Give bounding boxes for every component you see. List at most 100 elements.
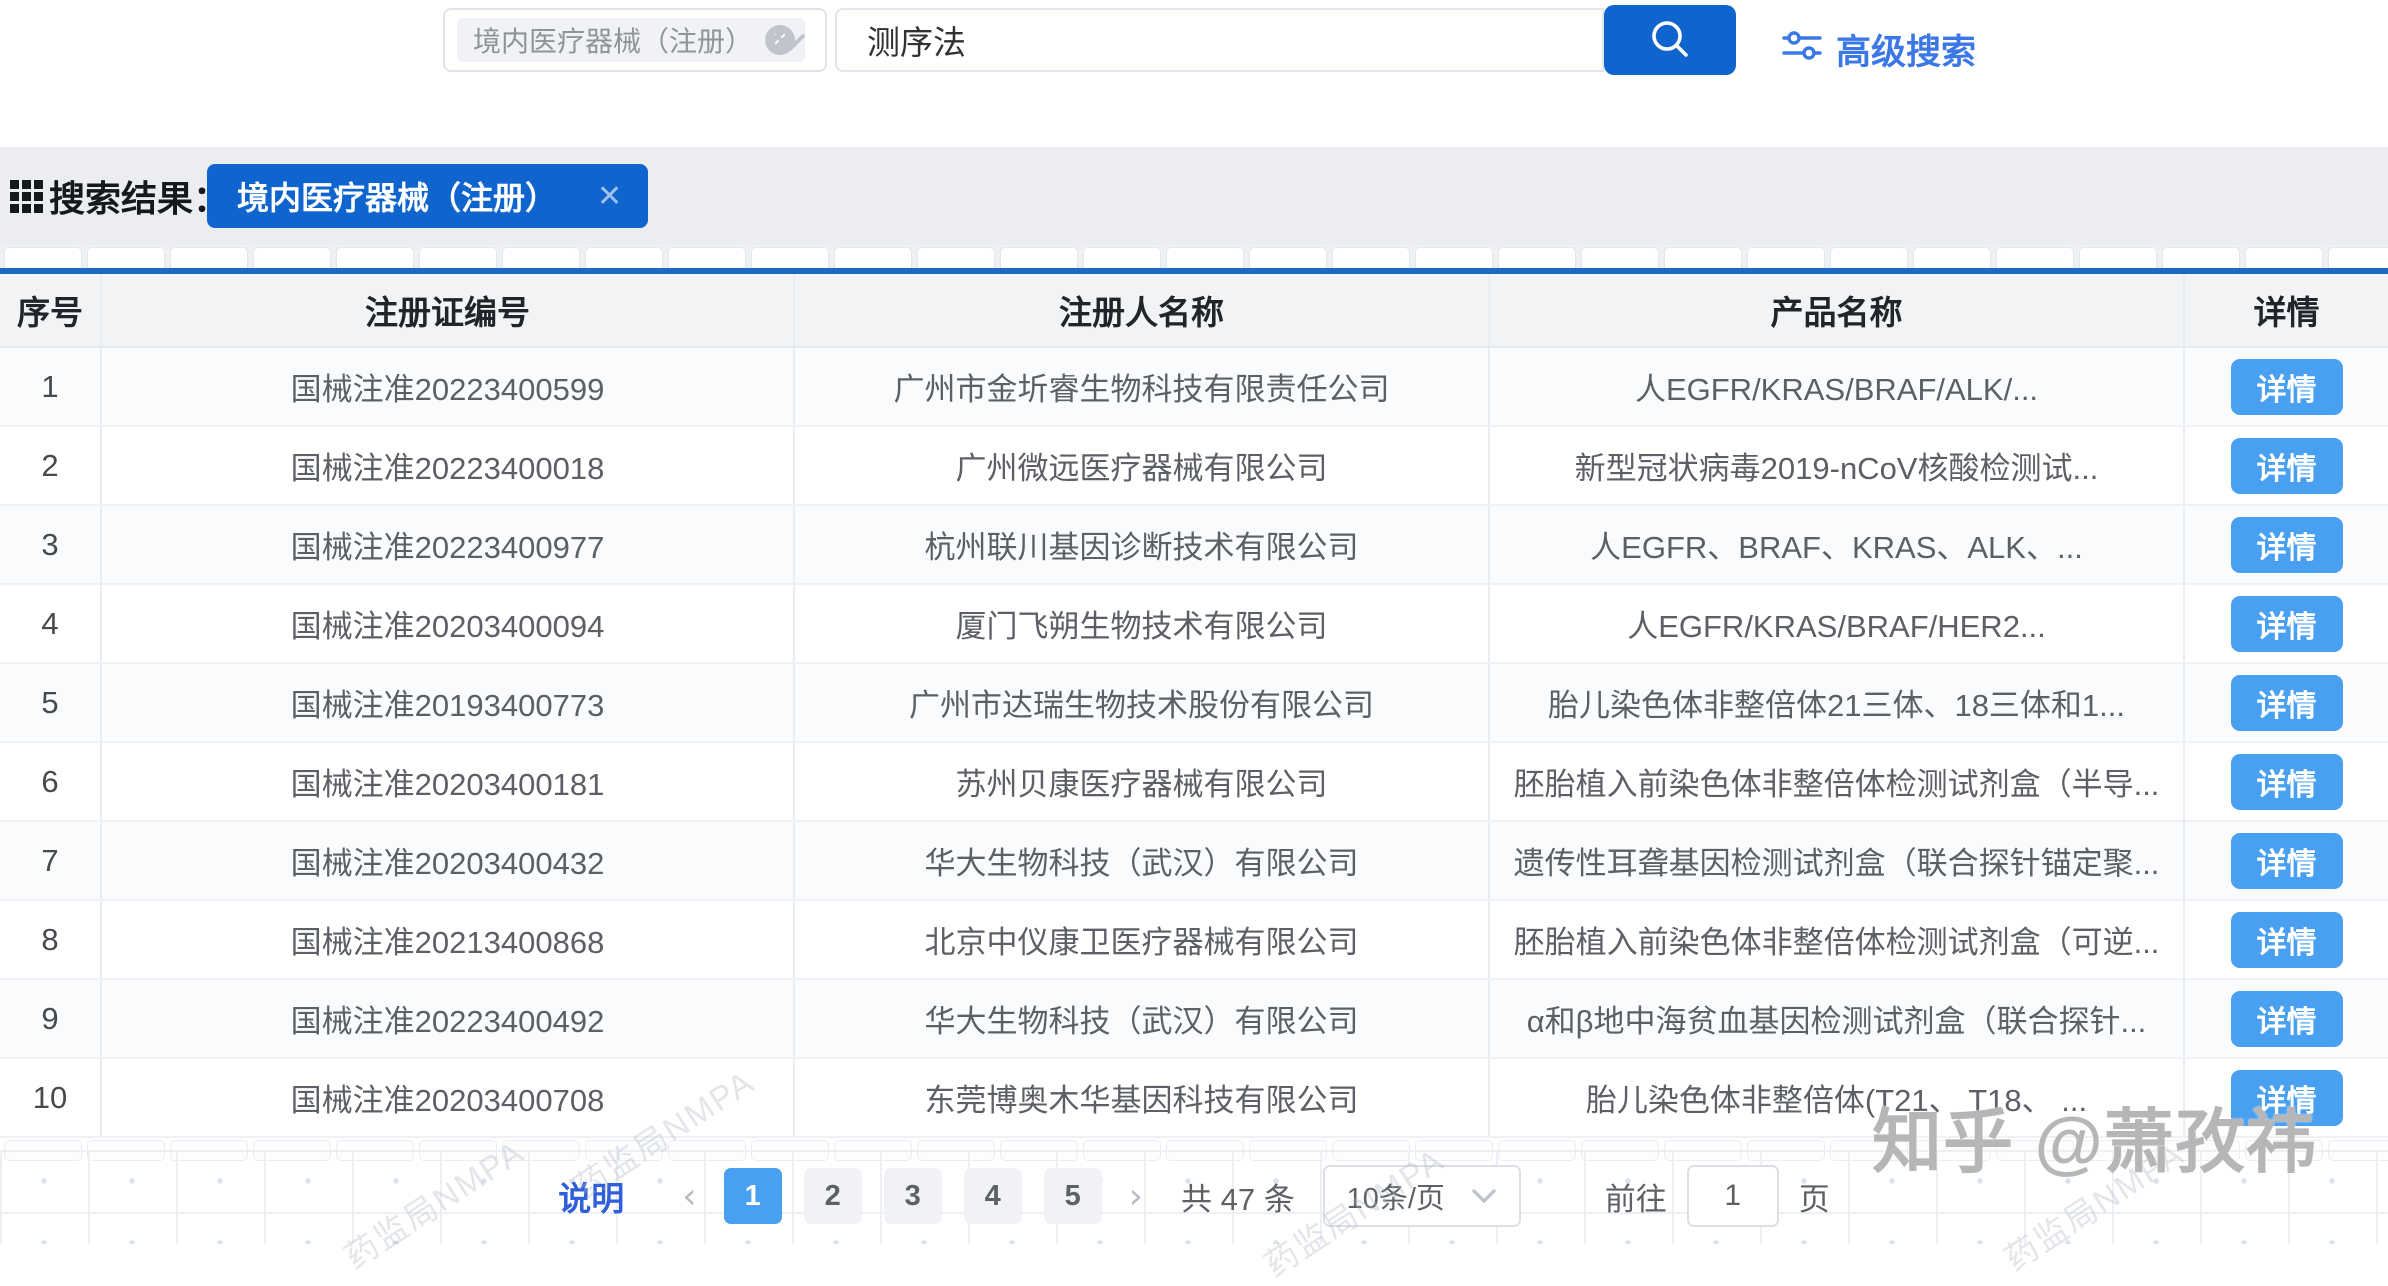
registrant-name-cell: 厦门飞朔生物技术有限公司 xyxy=(795,585,1490,662)
page-button-4[interactable]: 4 xyxy=(963,1168,1022,1224)
detail-button[interactable]: 详情 xyxy=(2230,595,2343,652)
strip-cell xyxy=(253,247,331,268)
total-count-text: 共 47 条 xyxy=(1181,1181,1295,1217)
product-name-cell: 胚胎植入前染色体非整倍体检测试剂盒（半导... xyxy=(1490,743,2185,820)
page-button-3[interactable]: 3 xyxy=(883,1168,942,1224)
chevron-down-icon[interactable] xyxy=(773,32,807,59)
details-cell: 详情 xyxy=(2185,901,2388,978)
row-index-cell: 7 xyxy=(0,822,102,899)
results-table: 序号 注册证编号 注册人名称 产品名称 详情 1 国械注准20223400599 广… xyxy=(0,274,2388,1138)
details-cell: 详情 xyxy=(2185,427,2388,504)
registration-number-cell: 国械注准20203400432 xyxy=(102,822,795,899)
product-name-cell: 胚胎植入前染色体非整倍体检测试剂盒（可逆... xyxy=(1490,901,2185,978)
strip-cell xyxy=(2162,247,2240,268)
row-index-cell: 2 xyxy=(0,427,102,504)
column-header-registration-number: 注册证编号 xyxy=(102,274,795,346)
registration-number-cell: 国械注准20193400773 xyxy=(102,664,795,741)
next-page-icon[interactable]: › xyxy=(1113,1176,1159,1217)
product-name-cell: 胎儿染色体非整倍体21三体、18三体和1... xyxy=(1490,664,2185,741)
registrant-name-cell: 苏州贝康医疗器械有限公司 xyxy=(795,743,1490,820)
page-button-2[interactable]: 2 xyxy=(803,1168,862,1224)
search-input[interactable]: 测序法 xyxy=(835,8,1604,72)
strip-cell xyxy=(834,247,912,268)
details-cell: 详情 xyxy=(2185,822,2388,899)
prev-page-icon[interactable]: ‹ xyxy=(666,1176,712,1217)
row-index-cell: 6 xyxy=(0,743,102,820)
registrant-name-cell: 北京中仪康卫医疗器械有限公司 xyxy=(795,901,1490,978)
strip-cell xyxy=(1664,247,1742,268)
category-select[interactable]: 境内医疗器械（注册） ✕ xyxy=(443,8,827,72)
advanced-search-link[interactable]: 高级搜索 xyxy=(1782,24,1976,75)
strip-cell xyxy=(1332,247,1410,268)
strip-cell xyxy=(1000,247,1078,268)
column-header-details: 详情 xyxy=(2253,294,2320,331)
registrant-name-cell: 华大生物科技（武汉）有限公司 xyxy=(795,980,1490,1057)
strip-cell xyxy=(502,247,580,268)
product-name-cell: 人EGFR/KRAS/BRAF/ALK/... xyxy=(1490,348,2185,425)
strip-cell xyxy=(2079,247,2157,268)
category-tag: 境内医疗器械（注册） ✕ xyxy=(457,18,806,62)
detail-button[interactable]: 详情 xyxy=(2230,832,2343,889)
strip-cell xyxy=(751,247,829,268)
goto-page-input[interactable] xyxy=(1686,1165,1779,1227)
strip-cell xyxy=(668,247,746,268)
details-cell: 详情 xyxy=(2185,743,2388,820)
registration-number-cell: 国械注准20203400094 xyxy=(102,585,795,662)
registration-number-cell: 国械注准20223400492 xyxy=(102,980,795,1057)
strip-cell xyxy=(419,247,497,268)
active-filter-tag[interactable]: 境内医疗器械（注册） ✕ xyxy=(207,164,649,228)
strip-cell xyxy=(1747,247,1825,268)
top-search-bar: 境内医疗器械（注册） ✕ 测序法 高级搜索 xyxy=(0,0,2388,147)
table-row: 5 国械注准20193400773 广州市达瑞生物技术股份有限公司 胎儿染色体非整倍体… xyxy=(0,664,2388,743)
table-row: 2 国械注准20223400018 广州微远医疗器械有限公司 新型冠状病毒2019-n… xyxy=(0,427,2388,506)
detail-button[interactable]: 详情 xyxy=(2230,911,2343,968)
product-name-cell: 遗传性耳聋基因检测试剂盒（联合探针锚定聚... xyxy=(1490,822,2185,899)
page-button-5[interactable]: 5 xyxy=(1043,1168,1102,1224)
strip-cell xyxy=(4,247,82,268)
chevron-down-icon xyxy=(1472,1188,1496,1203)
zhihu-watermark: 知乎 @萧孜祎 xyxy=(1872,1103,2317,1181)
table-row: 3 国械注准20223400977 杭州联川基因诊断技术有限公司 人EGFR、BRAF… xyxy=(0,506,2388,585)
table-row: 6 国械注准20203400181 苏州贝康医疗器械有限公司 胚胎植入前染色体非整倍体… xyxy=(0,743,2388,822)
active-filter-tag-label: 境内医疗器械（注册） xyxy=(237,180,558,216)
strip-cell xyxy=(1913,247,1991,268)
grid-icon xyxy=(10,179,43,213)
strip-cell xyxy=(1415,247,1493,268)
column-header-registrant-name: 注册人名称 xyxy=(795,274,1490,346)
goto-prefix-label: 前往 xyxy=(1604,1181,1667,1217)
strip-cell xyxy=(1581,247,1659,268)
row-index-cell: 3 xyxy=(0,506,102,583)
page-buttons: 12345 xyxy=(713,1168,1113,1224)
details-cell: 详情 xyxy=(2185,348,2388,425)
strip-cell xyxy=(1996,247,2074,268)
strip-cell xyxy=(2328,247,2388,268)
row-index-cell: 1 xyxy=(0,348,102,425)
row-index-cell: 8 xyxy=(0,901,102,978)
sliders-icon xyxy=(1782,25,1822,74)
strip-cell xyxy=(1830,247,1908,268)
table-row: 7 国械注准20203400432 华大生物科技（武汉）有限公司 遗传性耳聋基因检测试… xyxy=(0,822,2388,901)
detail-button[interactable]: 详情 xyxy=(2230,516,2343,573)
detail-button[interactable]: 详情 xyxy=(2230,358,2343,415)
detail-button[interactable]: 详情 xyxy=(2230,990,2343,1047)
registration-number-cell: 国械注准20203400181 xyxy=(102,743,795,820)
registrant-name-cell: 广州市金圻睿生物科技有限责任公司 xyxy=(795,348,1490,425)
strip-cell xyxy=(1083,247,1161,268)
advanced-search-label: 高级搜索 xyxy=(1836,33,1977,72)
table-row: 9 国械注准20223400492 华大生物科技（武汉）有限公司 α和β地中海贫血基因… xyxy=(0,980,2388,1059)
column-header-product-name: 产品名称 xyxy=(1490,274,2185,346)
detail-button[interactable]: 详情 xyxy=(2230,753,2343,810)
strip-cell xyxy=(585,247,663,268)
page-button-1[interactable]: 1 xyxy=(723,1168,782,1224)
detail-button[interactable]: 详情 xyxy=(2230,674,2343,731)
registrant-name-cell: 东莞博奥木华基因科技有限公司 xyxy=(795,1059,1490,1136)
table-row: 4 国械注准20203400094 厦门飞朔生物技术有限公司 人EGFR/KRAS/B… xyxy=(0,585,2388,664)
search-results-band: 搜索结果： 境内医疗器械（注册） ✕ xyxy=(0,147,2388,245)
details-cell: 详情 xyxy=(2185,980,2388,1057)
strip-cell xyxy=(1166,247,1244,268)
search-button[interactable] xyxy=(1604,5,1736,75)
product-name-cell: 人EGFR、BRAF、KRAS、ALK、... xyxy=(1490,506,2185,583)
registrant-name-cell: 华大生物科技（武汉）有限公司 xyxy=(795,822,1490,899)
detail-button[interactable]: 详情 xyxy=(2230,437,2343,494)
active-filter-close-icon[interactable]: ✕ xyxy=(597,179,622,214)
